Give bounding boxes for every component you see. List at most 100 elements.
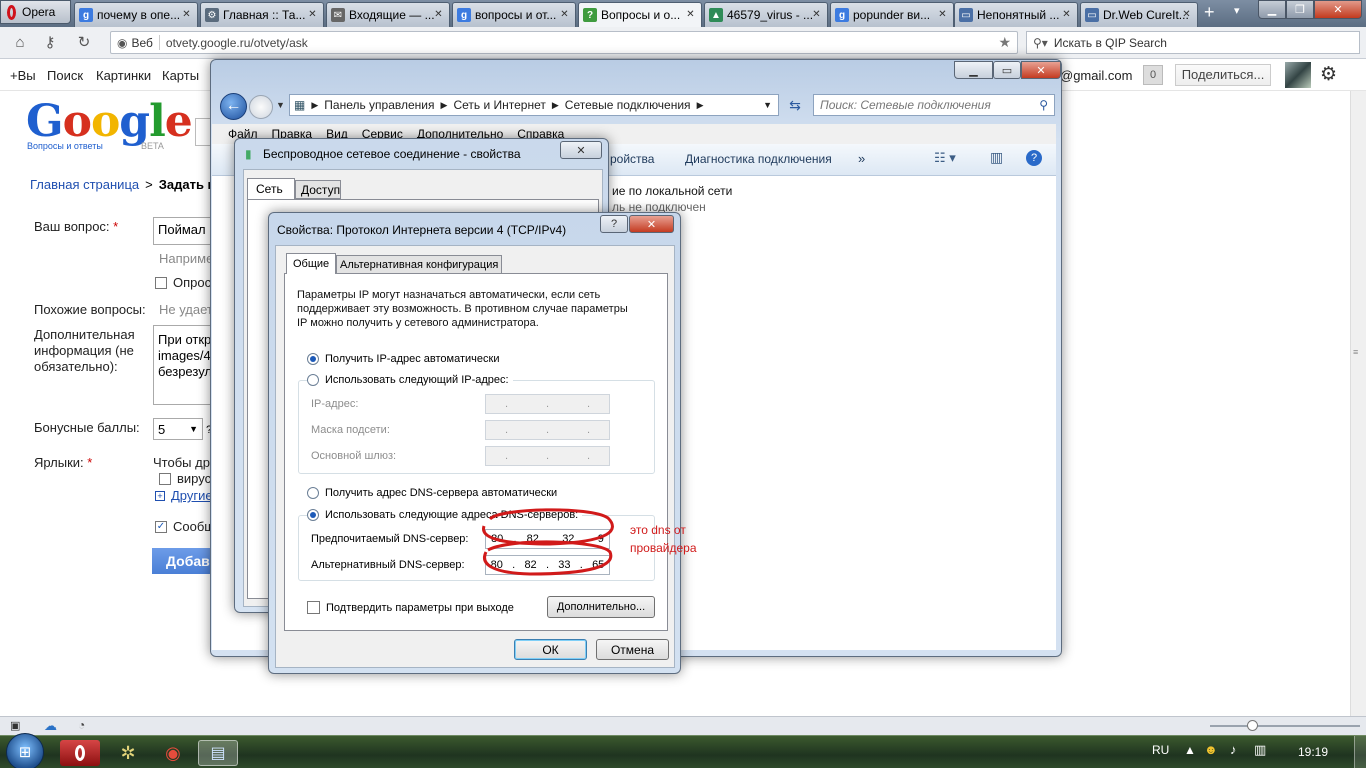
- tab-network[interactable]: Сеть: [247, 178, 295, 199]
- ip-auto-option[interactable]: Получить IP-адрес автоматически: [307, 353, 499, 365]
- back-icon[interactable]: ←: [220, 93, 247, 120]
- zoom-slider[interactable]: [1247, 720, 1258, 731]
- dns-auto-radio[interactable]: [307, 487, 319, 499]
- browser-tab[interactable]: ▭ Непонятный ... ✕: [954, 2, 1078, 27]
- browser-tab[interactable]: ▭ Dr.Web CureIt... ✕: [1080, 2, 1198, 27]
- help-button[interactable]: ?: [600, 215, 628, 233]
- cmd-more[interactable]: »: [858, 151, 865, 166]
- browser-tab[interactable]: ? Вопросы и о... ✕: [578, 2, 702, 27]
- tab-close-icon[interactable]: ✕: [1060, 8, 1073, 21]
- share-button[interactable]: Поделиться...: [1175, 64, 1271, 86]
- avatar[interactable]: [1285, 62, 1311, 88]
- forward-icon[interactable]: [249, 95, 273, 119]
- tab-close-icon[interactable]: ✕: [684, 8, 697, 21]
- tab-list-icon[interactable]: ▾: [1234, 4, 1240, 17]
- tab-general[interactable]: Общие: [286, 253, 336, 274]
- show-desktop-button[interactable]: [1354, 736, 1366, 768]
- close-icon[interactable]: ✕: [1314, 0, 1362, 19]
- connection-name[interactable]: ие по локальной сети: [612, 184, 732, 198]
- gbar-link-plus[interactable]: +Вы: [10, 68, 36, 83]
- clock[interactable]: 19:19: [1298, 745, 1328, 759]
- explorer-close-icon[interactable]: ✕: [1021, 61, 1061, 79]
- opera-menu-button[interactable]: Opera: [0, 0, 71, 24]
- tab-close-icon[interactable]: ✕: [558, 8, 571, 21]
- address-dropdown-icon[interactable]: ▼: [763, 100, 772, 110]
- tab-close-icon[interactable]: ✕: [180, 8, 193, 21]
- browser-tab[interactable]: ▲ 46579_virus - ... ✕: [704, 2, 828, 27]
- google-logo[interactable]: Google: [26, 99, 193, 145]
- gbar-link-search[interactable]: Поиск: [47, 68, 83, 83]
- volume-icon[interactable]: ♪: [1230, 742, 1237, 757]
- bonus-select[interactable]: 5 ▼: [153, 418, 203, 440]
- crumb-network[interactable]: Сеть и Интернет: [453, 98, 545, 112]
- app-taskbar-icon[interactable]: ✲: [108, 740, 148, 766]
- tab-sharing[interactable]: Доступ: [295, 180, 341, 199]
- start-button[interactable]: ⊞: [6, 733, 44, 768]
- explorer-taskbar-icon[interactable]: ▤: [198, 740, 238, 766]
- chrome-taskbar-icon[interactable]: ◉: [153, 740, 193, 766]
- notification-count[interactable]: 0: [1143, 65, 1163, 85]
- page-scrollbar[interactable]: ≡: [1350, 91, 1366, 716]
- explorer-minimize-icon[interactable]: ▁: [954, 61, 993, 79]
- advanced-button[interactable]: Дополнительно...: [547, 596, 655, 618]
- refresh-icon[interactable]: ⇆: [784, 94, 806, 116]
- network-tray-icon[interactable]: ▥: [1254, 742, 1266, 758]
- key-icon[interactable]: ⚷: [40, 33, 60, 53]
- tab-close-icon[interactable]: ✕: [432, 8, 445, 21]
- history-chevron-icon[interactable]: ▼: [276, 100, 285, 110]
- explorer-search-input[interactable]: Поиск: Сетевые подключения ⚲: [813, 94, 1055, 116]
- tab-close-icon[interactable]: ✕: [306, 8, 319, 21]
- gbar-link-maps[interactable]: Карты: [162, 68, 199, 83]
- minimize-icon[interactable]: ▁: [1258, 0, 1286, 19]
- tag-virus-checkbox[interactable]: [159, 472, 171, 485]
- preview-pane-icon[interactable]: ▥: [990, 149, 1003, 166]
- tray-app-icon[interactable]: ☻: [1204, 742, 1218, 757]
- tcpip-properties-dialog[interactable]: Свойства: Протокол Интернета версии 4 (T…: [268, 212, 681, 674]
- cloud-icon[interactable]: ☁: [44, 718, 57, 734]
- search-input[interactable]: ⚲▾ Искать в QIP Search: [1026, 31, 1360, 54]
- reload-icon[interactable]: ↻: [74, 33, 94, 53]
- tray-arrow-icon[interactable]: ▲: [1184, 743, 1196, 757]
- home-icon[interactable]: ⌂: [10, 33, 30, 53]
- ok-button[interactable]: ОК: [514, 639, 587, 660]
- crumb-connections[interactable]: Сетевые подключения: [565, 98, 691, 112]
- tab-close-icon[interactable]: ✕: [936, 8, 949, 21]
- tcpip-close-icon[interactable]: ✕: [629, 215, 674, 233]
- tab-close-icon[interactable]: ✕: [1180, 8, 1193, 21]
- cmd-diagnose[interactable]: Диагностика подключения: [685, 152, 832, 166]
- notify-option[interactable]: ✓ Сообщ: [155, 519, 215, 534]
- validate-option[interactable]: Подтвердить параметры при выходе: [307, 601, 514, 614]
- dns-auto-option[interactable]: Получить адрес DNS-сервера автоматически: [307, 487, 557, 499]
- crumb-control-panel[interactable]: Панель управления: [324, 98, 434, 112]
- speed-dial-icon[interactable]: ◔: [78, 718, 85, 732]
- gbar-email[interactable]: @gmail.com: [1060, 68, 1132, 83]
- browser-tab[interactable]: g почему в опе... ✕: [74, 2, 198, 27]
- explorer-address-bar[interactable]: ▦ ▶ Панель управления ▶ Сеть и Интернет …: [289, 94, 779, 116]
- url-field[interactable]: ◉ Веб otvety.google.ru/otvety/ask ★: [110, 31, 1018, 54]
- star-icon[interactable]: ★: [998, 34, 1011, 51]
- ip-manual-radio[interactable]: [307, 374, 319, 386]
- poll-option[interactable]: Опрос: [155, 275, 211, 290]
- breadcrumb-home[interactable]: Главная страница: [30, 177, 139, 192]
- language-indicator[interactable]: RU: [1152, 743, 1169, 757]
- dns-manual-radio[interactable]: [307, 509, 319, 521]
- new-tab-icon[interactable]: +: [1204, 3, 1215, 21]
- browser-tab[interactable]: g popunder ви... ✕: [830, 2, 954, 27]
- view-options-icon[interactable]: ☷ ▾: [934, 150, 956, 166]
- ip-auto-radio[interactable]: [307, 353, 319, 365]
- browser-tab[interactable]: g вопросы и от... ✕: [452, 2, 576, 27]
- tab-close-icon[interactable]: ✕: [810, 8, 823, 21]
- validate-checkbox[interactable]: [307, 601, 320, 614]
- panel-toggle-icon[interactable]: ▣: [10, 719, 20, 732]
- maximize-icon[interactable]: ❐: [1286, 0, 1314, 19]
- opera-taskbar-icon[interactable]: [60, 740, 100, 766]
- wireless-close-icon[interactable]: ✕: [560, 141, 602, 159]
- cmd-devices[interactable]: ройства: [610, 152, 654, 166]
- tab-alternate-config[interactable]: Альтернативная конфигурация: [336, 255, 502, 274]
- scroll-thumb[interactable]: ≡: [1353, 347, 1364, 361]
- explorer-maximize-icon[interactable]: ▭: [993, 61, 1021, 79]
- cancel-button[interactable]: Отмена: [596, 639, 669, 660]
- gbar-link-images[interactable]: Картинки: [96, 68, 151, 83]
- others-link[interactable]: + Другие: [155, 488, 213, 503]
- gear-icon[interactable]: ⚙: [1320, 63, 1337, 86]
